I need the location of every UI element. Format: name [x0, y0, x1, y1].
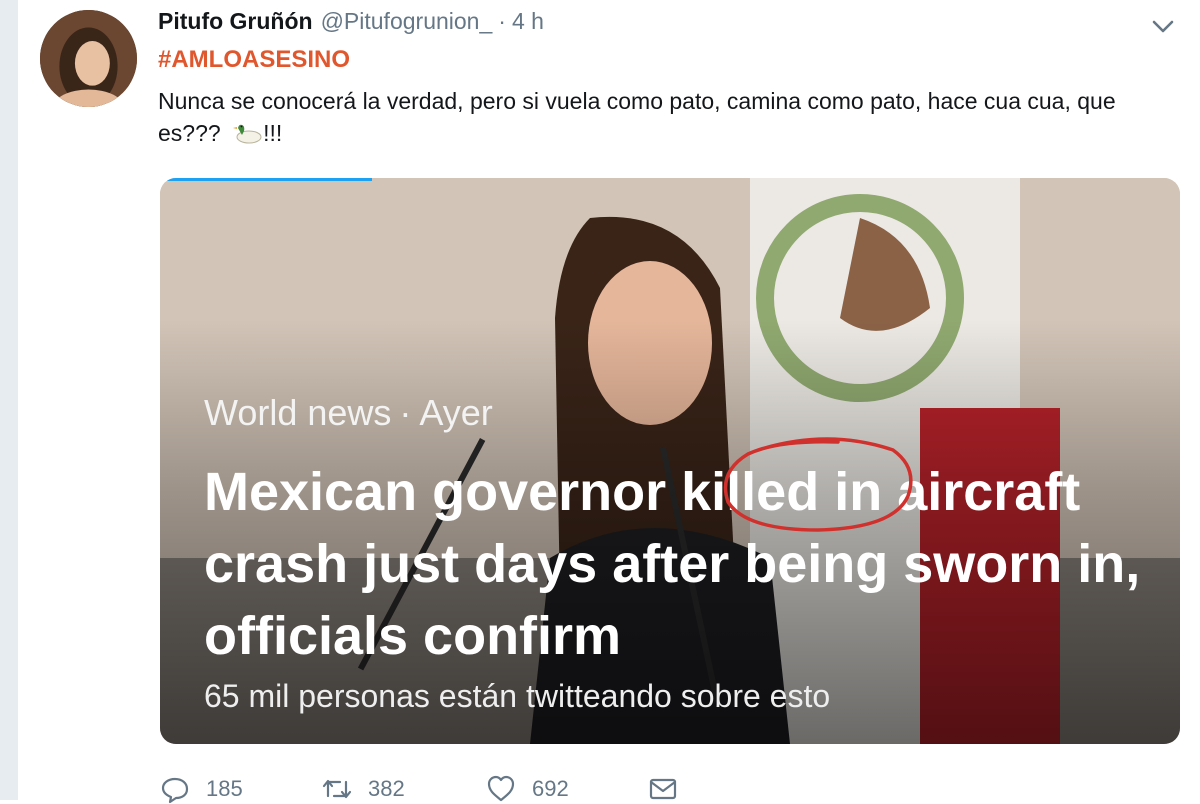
tweet-suffix: !!! [263, 120, 283, 146]
card-separator: · [399, 392, 412, 433]
avatar-photo [40, 10, 137, 107]
card-source: World news [204, 392, 392, 433]
reply-count: 185 [206, 776, 243, 801]
card-meta: World news · Ayer [204, 392, 493, 434]
tweet-text: Nunca se conocerá la verdad, pero si vue… [158, 85, 1168, 149]
card-subtext: 65 mil personas están twitteando sobre e… [204, 678, 831, 714]
tweet-body: Nunca se conocerá la verdad, pero si vue… [158, 88, 1116, 146]
user-handle[interactable]: @Pitufogrunion_ [321, 8, 493, 35]
avatar[interactable] [40, 10, 137, 107]
separator-dot: · [498, 8, 506, 34]
timestamp[interactable]: 4 h [512, 8, 544, 35]
card-date: Ayer [419, 392, 493, 433]
chevron-down-icon[interactable] [1148, 14, 1178, 40]
retweet-count: 382 [368, 776, 405, 801]
tweet-header: Pitufo Gruñón @Pitufogrunion_ · 4 h [158, 8, 544, 38]
left-rail [0, 0, 18, 800]
duck-emoji-icon [233, 120, 263, 144]
card-headline: Mexican governor killed in aircraft cras… [204, 462, 1141, 666]
like-count: 692 [532, 776, 569, 801]
hashtag-link[interactable]: #AMLOASESINO [158, 46, 350, 74]
display-name[interactable]: Pitufo Gruñón [158, 8, 313, 35]
media-card[interactable]: World news · Ayer Mexican governor killed … [160, 178, 1180, 744]
